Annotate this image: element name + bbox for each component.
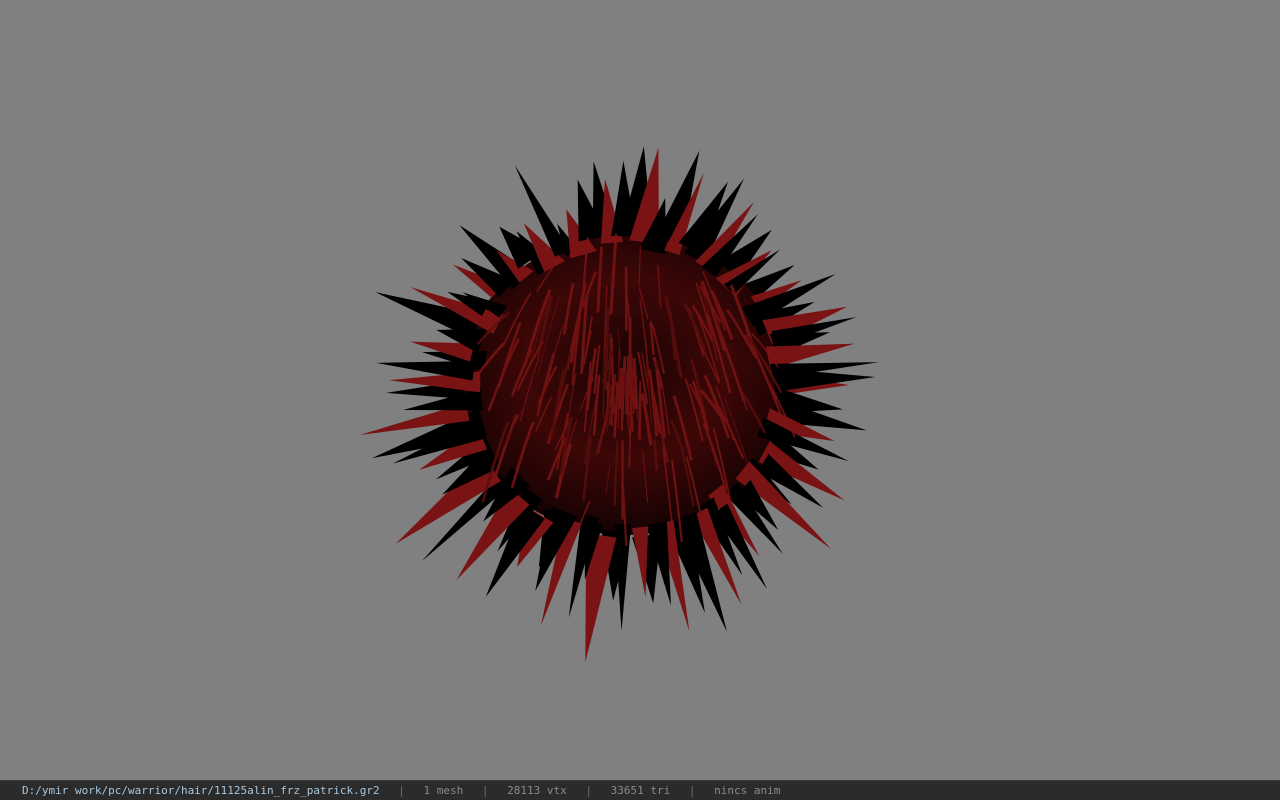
mesh-count: 1 mesh xyxy=(423,784,464,797)
separator: | xyxy=(481,784,489,797)
file-path: D:/ymir work/pc/warrior/hair/11125alin_f… xyxy=(22,784,380,797)
anim-status: nincs anim xyxy=(714,784,781,797)
hair-strand xyxy=(624,380,629,415)
hair-spike xyxy=(632,526,649,598)
hair-mesh-icon xyxy=(359,146,880,663)
vertex-count: 28113 vtx xyxy=(507,784,567,797)
hair-strand xyxy=(618,367,624,410)
triangle-count: 33651 tri xyxy=(610,784,671,797)
separator: | xyxy=(688,784,696,797)
separator: | xyxy=(398,784,405,797)
separator: | xyxy=(585,784,592,797)
hair-strand xyxy=(610,384,613,426)
status-bar: D:/ymir work/pc/warrior/hair/11125alin_f… xyxy=(0,780,1280,800)
3d-viewport[interactable] xyxy=(0,0,1280,780)
hair-strand xyxy=(602,349,605,418)
